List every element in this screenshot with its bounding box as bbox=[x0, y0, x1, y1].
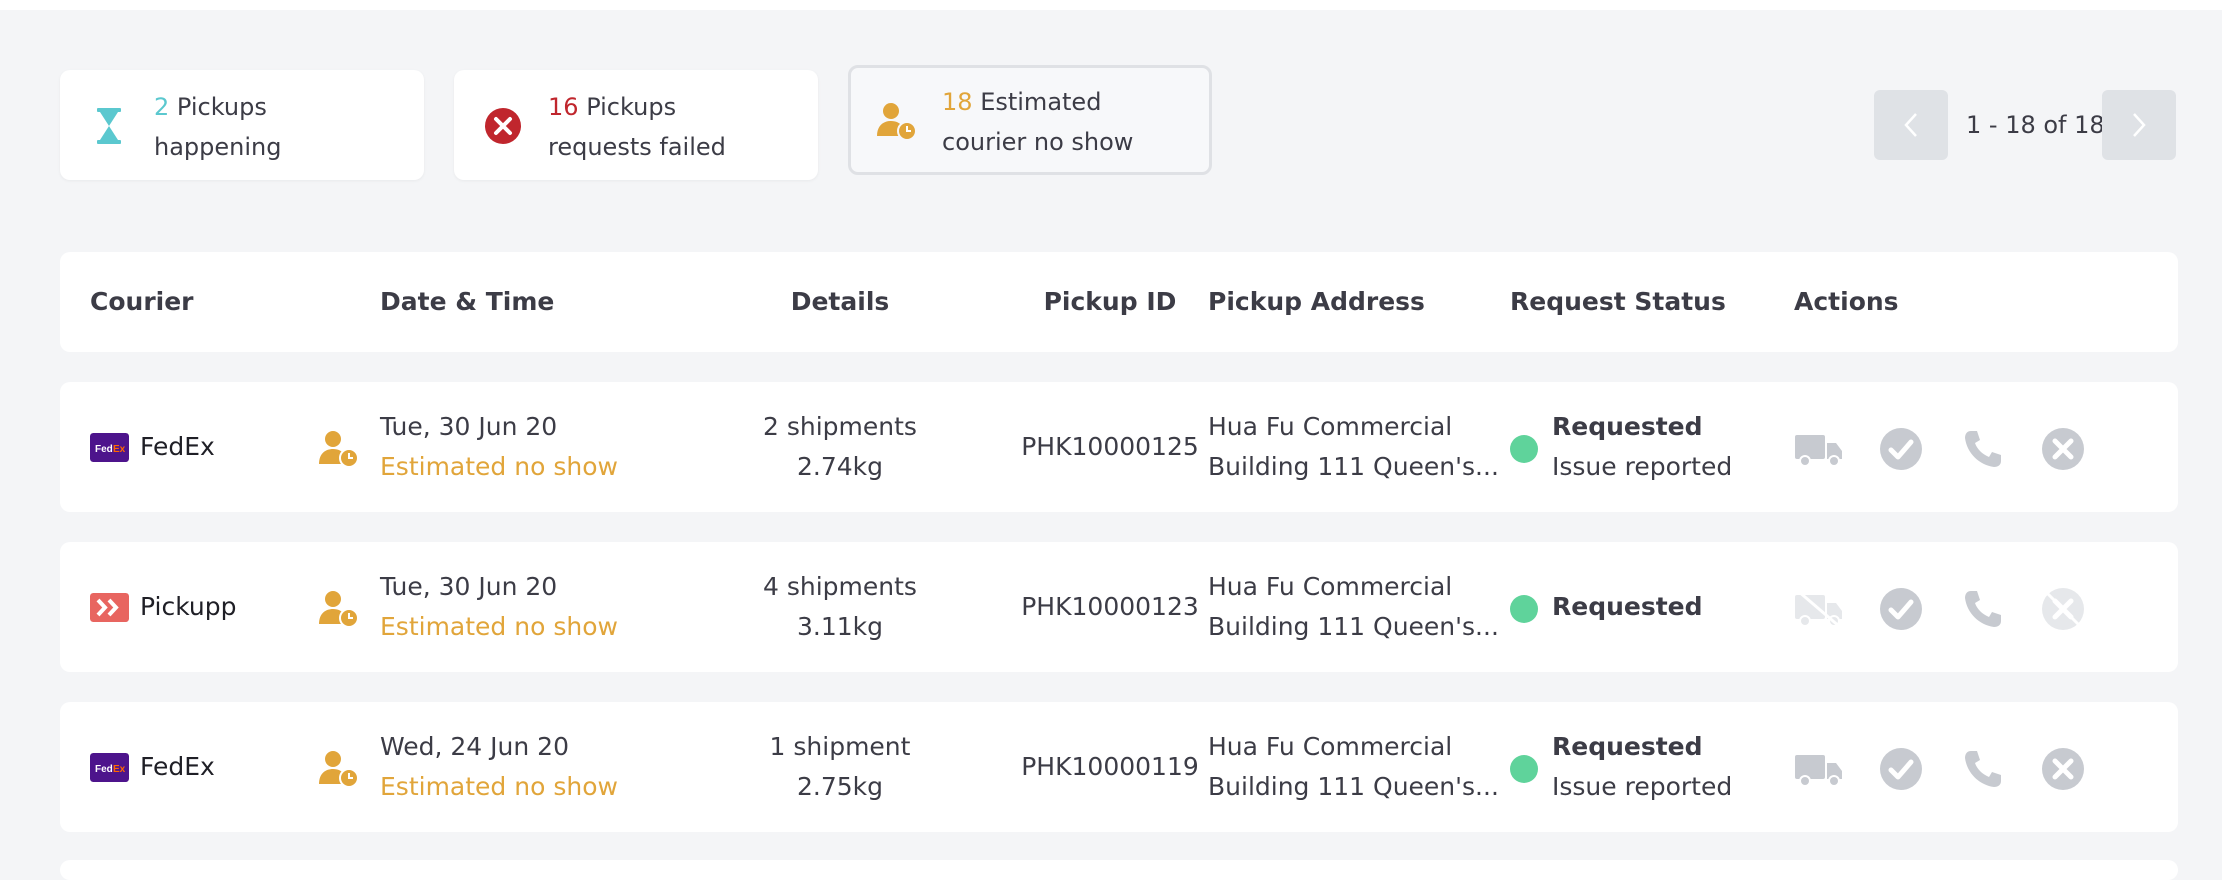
status-dot bbox=[1510, 595, 1538, 623]
pickup-address-line-1: Hua Fu Commercial bbox=[1208, 572, 1453, 601]
person-clock-icon bbox=[319, 431, 359, 467]
noshow-count: 18 bbox=[942, 88, 973, 116]
status-note: Issue reported bbox=[1552, 452, 1733, 481]
chevron-right-icon bbox=[2133, 113, 2146, 137]
estimate-status: Estimated no show bbox=[380, 772, 618, 801]
noshow-label: Estimated bbox=[980, 88, 1102, 116]
header-details[interactable]: Details bbox=[680, 282, 1000, 322]
pickups-happening-card[interactable]: 2 Pickups happening bbox=[60, 70, 424, 180]
pickup-address-line-2: Building 111 Queen's... bbox=[1208, 772, 1499, 801]
svg-text:Fed: Fed bbox=[95, 764, 113, 775]
person-clock-icon bbox=[319, 751, 359, 787]
courier-name: Pickupp bbox=[140, 592, 237, 621]
person-clock-icon bbox=[877, 103, 917, 141]
pickup-date: Wed, 24 Jun 20 bbox=[380, 732, 569, 761]
noshow-label-2: courier no show bbox=[942, 128, 1134, 156]
status-dot bbox=[1510, 435, 1538, 463]
failed-count: 16 bbox=[548, 93, 579, 121]
person-clock-icon bbox=[319, 591, 359, 627]
cancel-circle-icon[interactable] bbox=[2038, 747, 2088, 791]
status-note: Issue reported bbox=[1552, 772, 1733, 801]
shipment-count: 4 shipments bbox=[763, 572, 917, 601]
fedex-logo: Fed Ex bbox=[90, 753, 129, 782]
courier-no-show-card[interactable]: 18 Estimated courier no show bbox=[848, 65, 1212, 175]
table-row[interactable]: Fed Ex FedEx Tue, 30 Jun 20 Estimated no… bbox=[60, 382, 2178, 512]
table-row[interactable]: Pickupp Tue, 30 Jun 20 Estimated no show… bbox=[60, 542, 2178, 672]
failed-label-2: requests failed bbox=[548, 133, 726, 161]
hourglass-icon bbox=[97, 108, 121, 144]
pagination-range: 1 - 18 of 18 bbox=[1966, 111, 2105, 139]
previous-page-button[interactable] bbox=[1874, 90, 1948, 160]
svg-text:Fed: Fed bbox=[95, 444, 113, 455]
pickup-address-line-2: Building 111 Queen's... bbox=[1208, 612, 1499, 641]
courier-name: FedEx bbox=[140, 752, 215, 781]
table-row[interactable]: Fed Ex FedEx Wed, 24 Jun 20 Estimated no… bbox=[60, 702, 2178, 832]
check-circle-icon[interactable] bbox=[1876, 427, 1926, 471]
svg-text:Ex: Ex bbox=[113, 764, 126, 775]
top-bar bbox=[0, 0, 2222, 10]
courier-name: FedEx bbox=[140, 432, 215, 461]
pickup-address-line-1: Hua Fu Commercial bbox=[1208, 732, 1453, 761]
truck-icon[interactable] bbox=[1794, 747, 1844, 791]
status-dot bbox=[1510, 755, 1538, 783]
table-row-partial bbox=[60, 860, 2178, 880]
shipment-weight: 2.74kg bbox=[796, 452, 883, 481]
svg-text:Ex: Ex bbox=[113, 444, 126, 455]
requests-failed-card[interactable]: 16 Pickups requests failed bbox=[454, 70, 818, 180]
error-x-icon bbox=[485, 108, 521, 144]
cancel-circle-off-icon bbox=[2038, 587, 2088, 631]
shipment-count: 1 shipment bbox=[769, 732, 911, 761]
table-header: Courier Date & Time Details Pickup ID Pi… bbox=[60, 252, 2178, 352]
happening-label-2: happening bbox=[154, 133, 282, 161]
fedex-logo: Fed Ex bbox=[90, 433, 129, 462]
estimate-status: Estimated no show bbox=[380, 452, 618, 481]
pickup-date: Tue, 30 Jun 20 bbox=[380, 412, 558, 441]
header-actions: Actions bbox=[1794, 287, 1899, 316]
phone-icon[interactable] bbox=[1958, 587, 2008, 631]
happening-label: Pickups bbox=[176, 93, 267, 121]
next-page-button[interactable] bbox=[2102, 90, 2176, 160]
happening-count: 2 bbox=[154, 93, 170, 121]
pickup-date: Tue, 30 Jun 20 bbox=[380, 572, 558, 601]
shipment-weight: 3.11kg bbox=[796, 612, 883, 641]
request-status: Requested bbox=[1552, 732, 1703, 761]
chevron-left-icon bbox=[1904, 113, 1917, 137]
phone-icon[interactable] bbox=[1958, 747, 2008, 791]
cancel-circle-icon[interactable] bbox=[2038, 427, 2088, 471]
phone-icon[interactable] bbox=[1958, 427, 2008, 471]
request-status: Requested bbox=[1552, 412, 1703, 441]
pickupp-logo bbox=[90, 593, 129, 622]
request-status: Requested bbox=[1552, 592, 1703, 621]
header-pickup-address[interactable]: Pickup Address bbox=[1208, 282, 1425, 322]
truck-off-icon bbox=[1794, 587, 1844, 631]
shipment-weight: 2.75kg bbox=[796, 772, 883, 801]
check-circle-icon[interactable] bbox=[1876, 587, 1926, 631]
header-request-status[interactable]: Request Status bbox=[1510, 282, 1726, 322]
shipment-count: 2 shipments bbox=[763, 412, 917, 441]
pickup-address-line-2: Building 111 Queen's... bbox=[1208, 452, 1499, 481]
check-circle-icon[interactable] bbox=[1876, 747, 1926, 791]
truck-icon[interactable] bbox=[1794, 427, 1844, 471]
pickup-address-line-1: Hua Fu Commercial bbox=[1208, 412, 1453, 441]
failed-label: Pickups bbox=[586, 93, 677, 121]
header-date-time[interactable]: Date & Time bbox=[380, 282, 554, 322]
header-courier[interactable]: Courier bbox=[90, 282, 194, 322]
estimate-status: Estimated no show bbox=[380, 612, 618, 641]
